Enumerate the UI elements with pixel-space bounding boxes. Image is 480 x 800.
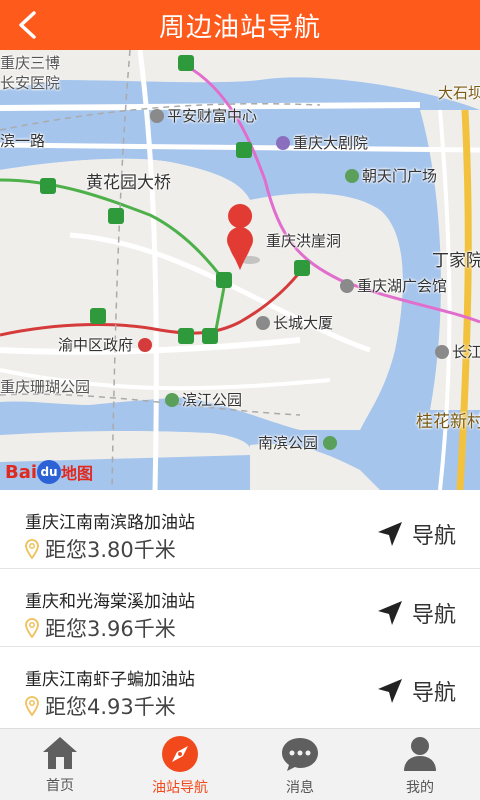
map-label-changan: 长安医院	[0, 74, 61, 92]
station-item[interactable]: 重庆江南南滨路加油站 距您3.80千米 导航	[0, 490, 480, 568]
navigate-arrow-icon	[377, 601, 402, 625]
station-name: 重庆江南南滨路加油站	[25, 513, 195, 533]
tab-station-navigation[interactable]: 油站导航	[120, 729, 240, 800]
map-label-dashitou: 大石坝	[438, 84, 480, 102]
baidu-logo: Bai du 地图	[5, 460, 94, 484]
station-distance: 距您3.80千米	[25, 534, 176, 564]
station-item[interactable]: 重庆和光海棠溪加油站 距您3.96千米 导航	[0, 568, 480, 646]
back-button[interactable]	[16, 6, 56, 44]
theatre-icon	[276, 136, 290, 150]
tab-label: 我的	[406, 780, 434, 796]
navigate-arrow-icon	[377, 679, 402, 703]
map-label-binjiang: 滨江公园	[165, 389, 242, 410]
map-label-guihua: 桂花新村	[416, 412, 480, 432]
map-label-sanbo: 重庆三博	[0, 54, 61, 72]
station-item[interactable]: 重庆江南虾子蝙加油站 距您4.93千米 导航	[0, 646, 480, 728]
park-icon	[322, 436, 337, 450]
poi-icon	[435, 345, 449, 359]
tab-profile[interactable]: 我的	[360, 729, 480, 800]
station-name: 重庆江南虾子蝙加油站	[25, 670, 195, 690]
map-label-yuzhong: 渝中区政府	[58, 334, 155, 355]
map-label-coral: 重庆珊瑚公园	[0, 378, 91, 396]
tab-label: 首页	[46, 778, 74, 794]
poi-icon	[340, 279, 354, 293]
chat-icon	[282, 738, 318, 771]
navigate-arrow-icon	[377, 522, 402, 546]
map-label-changjiang: 长江索	[435, 341, 480, 362]
map-label-binyilu: 滨一路	[0, 132, 46, 150]
back-arrow-icon	[19, 11, 36, 39]
tab-home[interactable]: 首页	[0, 729, 120, 800]
park-icon	[165, 393, 179, 407]
tab-messages[interactable]: 消息	[240, 729, 360, 800]
station-name: 重庆和光海棠溪加油站	[25, 592, 195, 612]
map-label-dingjiayuan: 丁家院	[432, 251, 480, 271]
tab-label: 消息	[286, 780, 314, 796]
user-icon	[404, 737, 436, 771]
map-label-theatre: 重庆大剧院	[276, 132, 368, 153]
map-label-pingan: 平安财富中心	[150, 105, 257, 126]
station-list: 重庆江南南滨路加油站 距您3.80千米 导航 重庆和光海棠溪加油站 距您3.96…	[0, 490, 480, 728]
station-distance: 距您3.96千米	[25, 613, 176, 643]
map-label-hongyadong: 重庆洪崖洞	[266, 232, 342, 250]
page-title: 周边油站导航	[158, 12, 321, 43]
app-header: 周边油站导航	[0, 0, 480, 50]
poi-icon	[150, 109, 164, 123]
map-pin-icon	[25, 618, 39, 638]
map-pin-icon	[25, 696, 39, 716]
map-label-changcheng: 长城大厦	[256, 312, 333, 333]
map-label-huguang: 重庆湖广会馆	[340, 275, 447, 296]
government-icon	[137, 338, 152, 352]
park-icon	[345, 169, 359, 183]
compass-icon	[162, 736, 198, 772]
station-distance: 距您4.93千米	[25, 691, 176, 721]
map-label-chaotianmen: 朝天门广场	[345, 165, 437, 186]
map-view[interactable]: 重庆三博 长安医院 平安财富中心 大石坝 滨一路 重庆大剧院 黄花园大桥 朝天门…	[0, 50, 480, 490]
home-icon	[43, 737, 77, 769]
map-label-bridge: 黄花园大桥	[86, 173, 171, 193]
poi-icon	[256, 316, 270, 330]
navigate-button[interactable]: 导航	[376, 597, 456, 629]
navigate-button[interactable]: 导航	[376, 675, 456, 707]
bottom-tab-bar: 首页 油站导航 消息 我的	[0, 728, 480, 800]
tab-label: 油站导航	[152, 780, 208, 796]
map-label-nanbin: 南滨公园	[258, 432, 340, 453]
map-pin-icon	[25, 539, 39, 559]
navigate-button[interactable]: 导航	[376, 518, 456, 550]
